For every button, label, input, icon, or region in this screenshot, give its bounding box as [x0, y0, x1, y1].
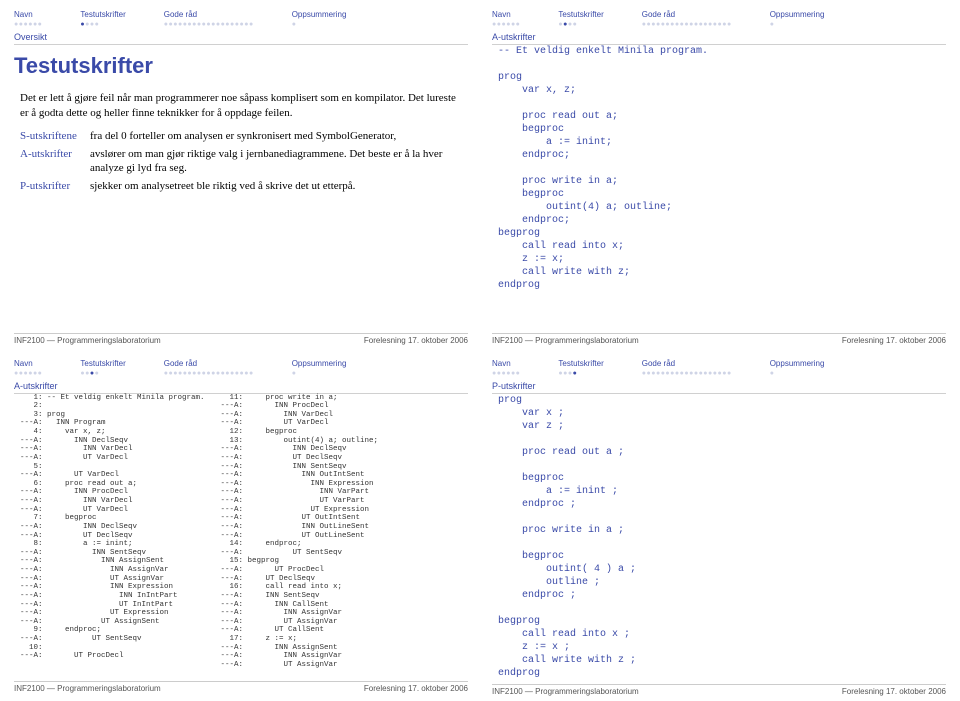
def-term: P-utskrifter: [20, 179, 90, 194]
section-label: A-utskrifter: [14, 381, 468, 394]
footer-right: Forelesning 17. oktober 2006: [842, 336, 946, 345]
trace-col-2: 11: proc write in a; ---A: INN ProcDecl …: [221, 394, 379, 670]
nav-item: Gode råd: [164, 359, 254, 368]
nav-item: Testutskrifter: [558, 10, 603, 19]
slide-a-utskrifter-trace: Navn●●●●●● Testutskrifter●●●● Gode råd●●…: [4, 353, 478, 698]
slide-footer: INF2100 — Programmeringslaboratorium For…: [492, 684, 946, 696]
nav-item: Testutskrifter: [80, 10, 125, 19]
footer-left: INF2100 — Programmeringslaboratorium: [14, 336, 161, 345]
nav-bar: Navn●●●●●● Testutskrifter●●●● Gode råd●●…: [492, 359, 946, 379]
nav-item: Navn: [492, 359, 520, 368]
def-desc: sjekker om analysetreet ble riktig ved å…: [90, 179, 462, 194]
nav-item: Navn: [14, 10, 42, 19]
nav-item: Testutskrifter: [558, 359, 603, 368]
def-desc: avslører om man gjør riktige valg i jern…: [90, 147, 462, 177]
nav-item: Navn: [492, 10, 520, 19]
def-term: A-utskrifter: [20, 147, 90, 177]
nav-item: Oppsummering: [770, 10, 825, 19]
nav-item: Oppsummering: [292, 359, 347, 368]
footer-left: INF2100 — Programmeringslaboratorium: [492, 687, 639, 696]
slide-body: 1: -- Et veldig enkelt Minila program. 2…: [14, 394, 468, 678]
nav-item: Gode råd: [164, 10, 254, 19]
slide-footer: INF2100 — Programmeringslaboratorium For…: [14, 681, 468, 693]
code-block: prog var x ; var z ; proc read out a ; b…: [498, 394, 940, 680]
nav-bar: Navn●●●●●● Testutskrifter●●●● Gode råd●●…: [492, 10, 946, 30]
footer-left: INF2100 — Programmeringslaboratorium: [492, 336, 639, 345]
footer-left: INF2100 — Programmeringslaboratorium: [14, 684, 161, 693]
nav-item: Oppsummering: [770, 359, 825, 368]
nav-item: Gode råd: [642, 359, 732, 368]
nav-bar: Navn●●●●●● Testutskrifter●●●● Gode råd●●…: [14, 359, 468, 379]
nav-bar: Navn●●●●●● Testutskrifter●●●● Gode råd●●…: [14, 10, 468, 30]
definition-list: S-utskriftenefra del 0 forteller om anal…: [20, 129, 462, 194]
slide-overview: Navn●●●●●● Testutskrifter●●●● Gode råd●●…: [4, 4, 478, 349]
def-term: S-utskriftene: [20, 129, 90, 144]
slide-title: Testutskrifter: [14, 53, 468, 79]
slide-footer: INF2100 — Programmeringslaboratorium For…: [492, 333, 946, 345]
slide-body: prog var x ; var z ; proc read out a ; b…: [492, 394, 946, 680]
section-label: Oversikt: [14, 32, 468, 45]
section-label: A-utskrifter: [492, 32, 946, 45]
nav-item: Oppsummering: [292, 10, 347, 19]
nav-item: Gode råd: [642, 10, 732, 19]
code-block: -- Et veldig enkelt Minila program. prog…: [498, 45, 940, 292]
nav-item: Testutskrifter: [80, 359, 125, 368]
slide-p-utskrifter: Navn●●●●●● Testutskrifter●●●● Gode råd●●…: [482, 353, 956, 698]
def-desc: fra del 0 forteller om analysen er synkr…: [90, 129, 462, 144]
footer-right: Forelesning 17. oktober 2006: [364, 336, 468, 345]
slide-body: -- Et veldig enkelt Minila program. prog…: [492, 45, 946, 329]
trace-col-1: 1: -- Et veldig enkelt Minila program. 2…: [20, 394, 205, 670]
slide-body: Det er lett å gjøre feil når man program…: [14, 91, 468, 329]
footer-right: Forelesning 17. oktober 2006: [842, 687, 946, 696]
slide-footer: INF2100 — Programmeringslaboratorium For…: [14, 333, 468, 345]
footer-right: Forelesning 17. oktober 2006: [364, 684, 468, 693]
nav-item: Navn: [14, 359, 42, 368]
slide-a-utskrifter-code: Navn●●●●●● Testutskrifter●●●● Gode råd●●…: [482, 4, 956, 349]
section-label: P-utskrifter: [492, 381, 946, 394]
intro-paragraph: Det er lett å gjøre feil når man program…: [20, 91, 462, 121]
